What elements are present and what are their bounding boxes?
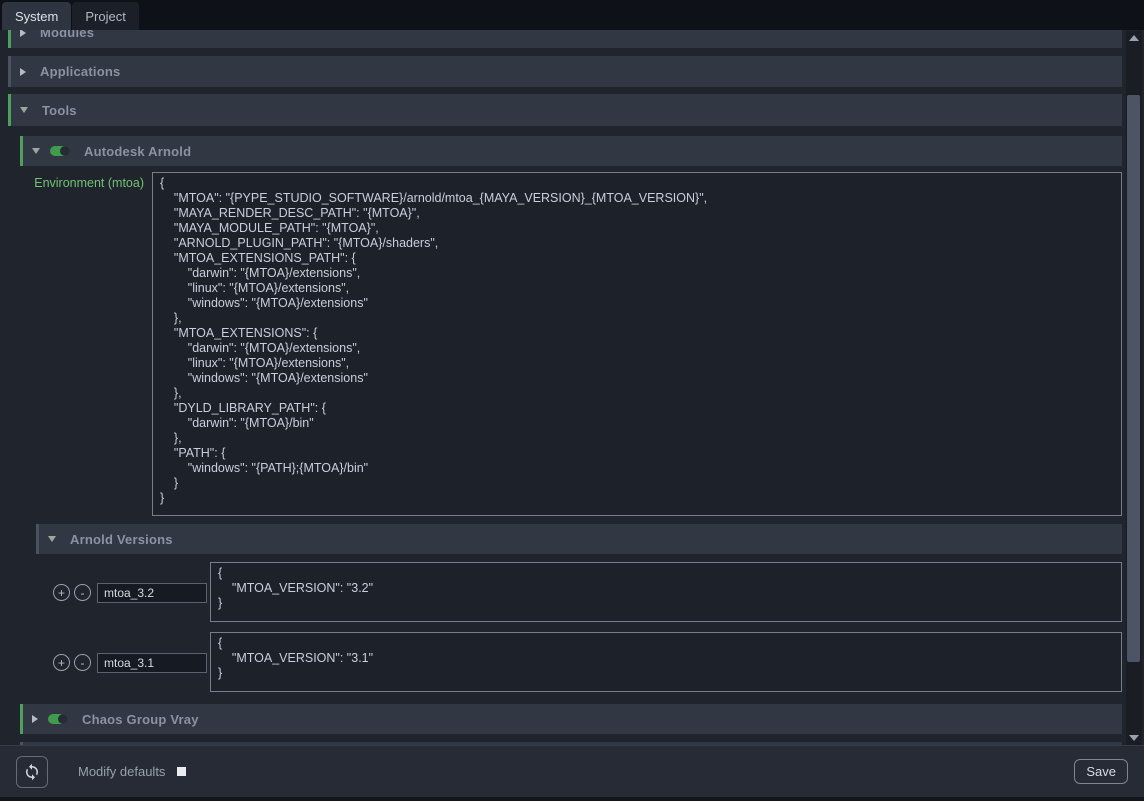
subsection-title: Arnold Versions (70, 532, 173, 547)
section-title: Modules (40, 30, 94, 40)
modify-defaults-checkbox[interactable] (177, 767, 186, 776)
chevron-down-icon (20, 107, 28, 113)
settings-window: System Project Modules Applications Tool… (0, 0, 1144, 801)
tab-project[interactable]: Project (72, 2, 138, 30)
chevron-down-icon (32, 148, 40, 154)
remove-version-button[interactable]: - (74, 584, 91, 601)
version-json-textarea[interactable] (210, 632, 1122, 692)
scrollbar-up-button[interactable] (1126, 31, 1142, 45)
subsection-title: Autodesk Arnold (84, 144, 191, 159)
vray-enabled-toggle[interactable] (48, 714, 68, 724)
save-button[interactable]: Save (1074, 759, 1128, 784)
arrow-up-icon (1129, 35, 1139, 41)
version-json-textarea[interactable] (210, 562, 1122, 622)
chevron-right-icon (20, 68, 26, 76)
arnold-enabled-toggle[interactable] (50, 146, 70, 156)
section-title: Tools (42, 103, 77, 118)
add-version-button[interactable]: + (53, 584, 70, 601)
version-name-input[interactable] (97, 583, 207, 603)
refresh-icon (23, 763, 41, 781)
toggle-knob (60, 146, 70, 156)
section-title: Applications (40, 64, 120, 79)
toggle-knob (58, 714, 68, 724)
section-header-modules[interactable]: Modules (8, 30, 1122, 48)
remove-version-button[interactable]: - (74, 654, 91, 671)
chevron-down-icon (48, 536, 56, 542)
scrollbar-thumb[interactable] (1127, 95, 1140, 662)
version-name-input[interactable] (97, 653, 207, 673)
refresh-button[interactable] (16, 756, 48, 788)
arrow-down-icon (1129, 735, 1139, 741)
subsection-title: Chaos Group Vray (82, 712, 199, 727)
subsection-header-vray[interactable]: Chaos Group Vray (20, 704, 1122, 734)
tab-bar: System Project (0, 0, 1144, 30)
footer-bar: Modify defaults Save (0, 745, 1144, 797)
subsection-header-arnold[interactable]: Autodesk Arnold (20, 136, 1122, 166)
section-header-applications[interactable]: Applications (8, 56, 1122, 87)
subsection-header-arnold-versions[interactable]: Arnold Versions (36, 524, 1122, 554)
chevron-right-icon (20, 30, 26, 37)
scrollbar-down-button[interactable] (1126, 731, 1142, 745)
vertical-scrollbar[interactable] (1126, 31, 1142, 745)
modify-defaults-label: Modify defaults (78, 764, 165, 779)
settings-scroll-area[interactable]: Modules Applications Tools Autodesk Arno… (0, 30, 1144, 745)
section-header-tools[interactable]: Tools (8, 94, 1122, 126)
tab-system[interactable]: System (2, 2, 71, 30)
environment-mtoa-label: Environment (mtoa) (4, 176, 144, 190)
add-version-button[interactable]: + (53, 654, 70, 671)
chevron-right-icon (32, 715, 38, 723)
window-bottom-edge (0, 797, 1144, 801)
environment-json-textarea[interactable] (152, 172, 1122, 516)
